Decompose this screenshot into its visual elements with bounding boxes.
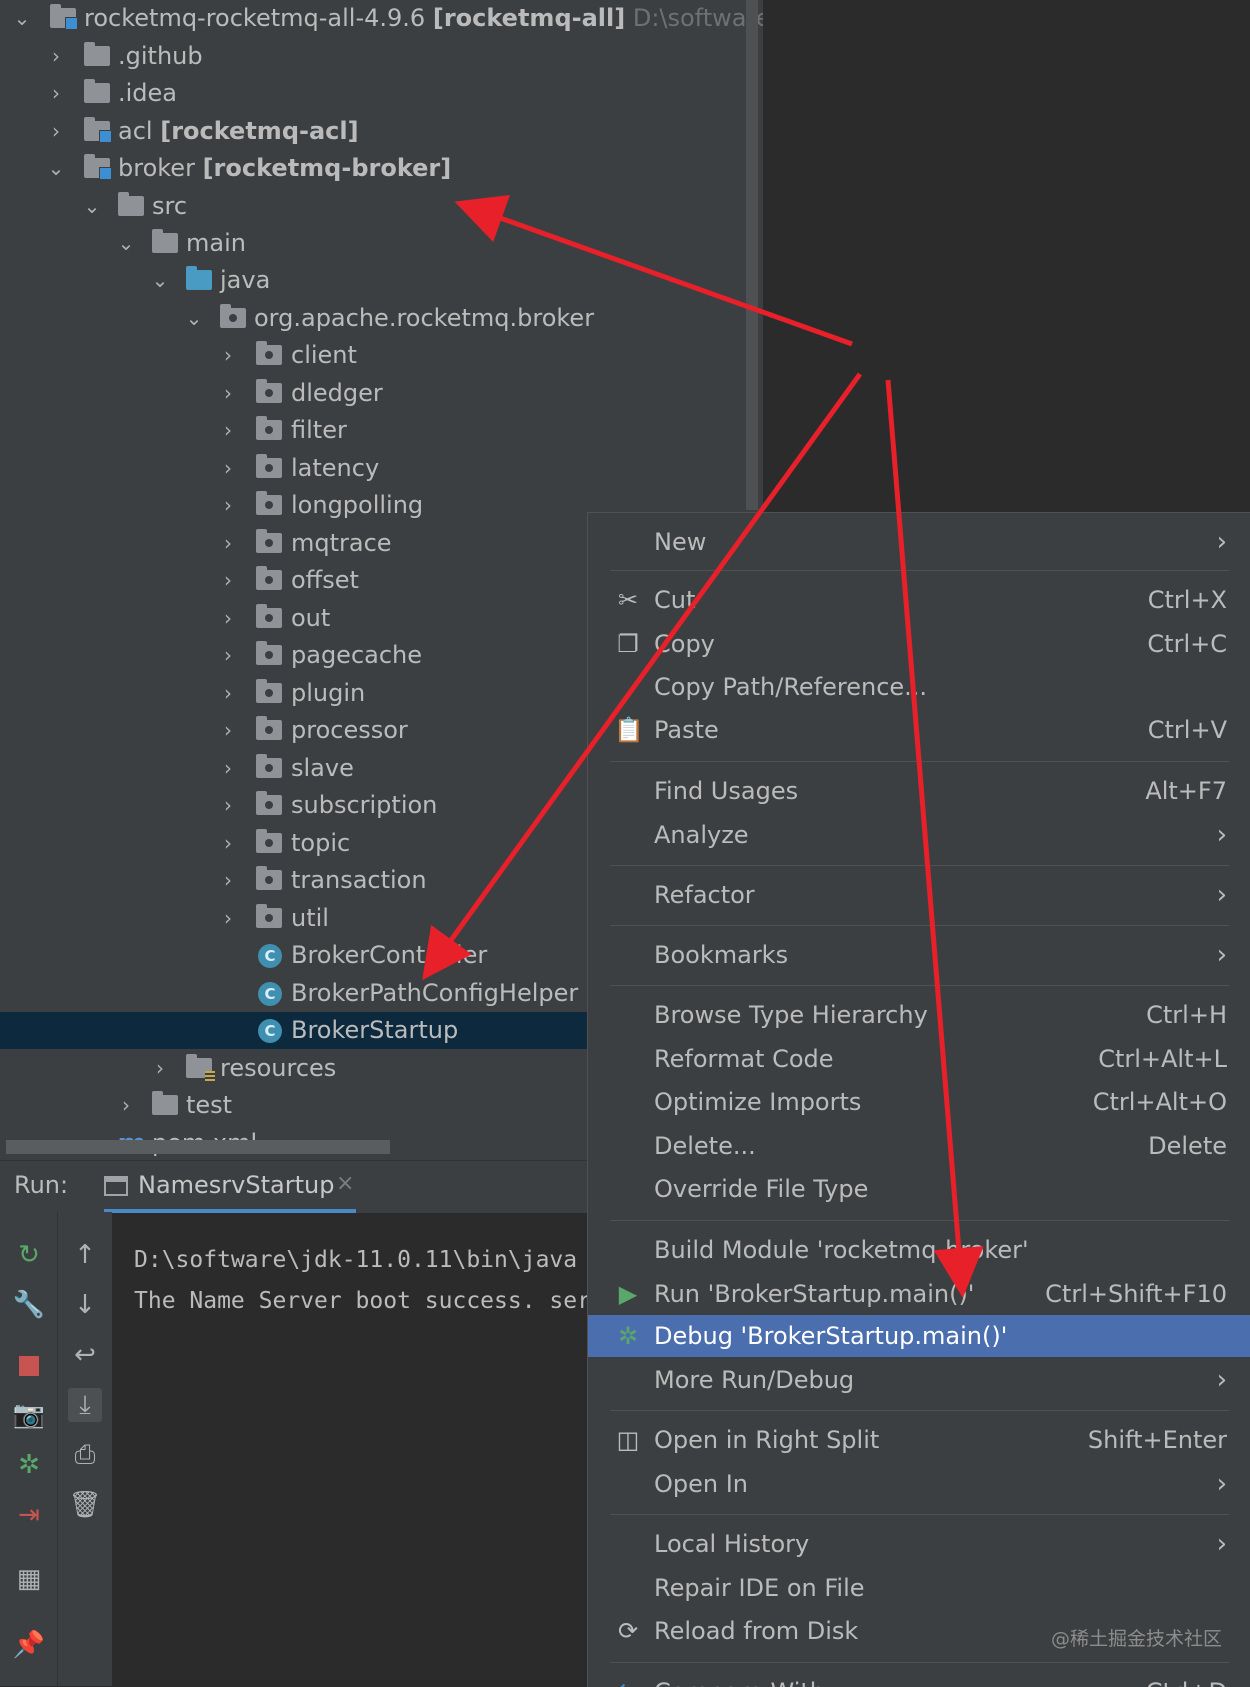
annotation-arrow	[422, 372, 863, 981]
annotation-arrow	[454, 194, 853, 347]
annotation-arrows	[422, 194, 984, 1298]
annotation-arrow	[885, 379, 984, 1298]
